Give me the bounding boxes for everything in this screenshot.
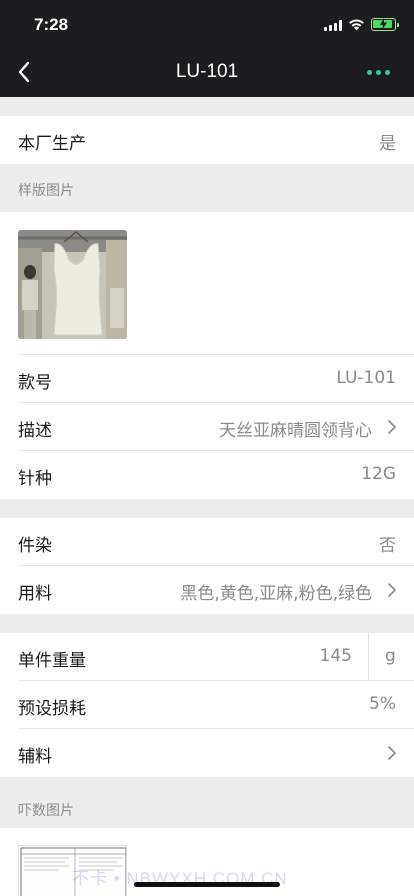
gauge-value: 12G xyxy=(361,464,396,484)
home-indicator xyxy=(134,882,280,887)
style-number-value: LU-101 xyxy=(336,368,396,388)
gauge-row: 针种 12G xyxy=(0,451,414,499)
unit-weight-row: 单件重量 145 g xyxy=(0,633,414,681)
page-title: LU-101 xyxy=(175,61,239,82)
battery-icon xyxy=(371,18,399,31)
more-dot-icon xyxy=(367,70,372,75)
spec-images-title: 吓数图片 xyxy=(18,803,74,819)
garment-dyed-label: 件染 xyxy=(18,536,52,556)
material-row[interactable]: 用料 黑色,黄色,亚麻,粉色,绿色 xyxy=(0,566,414,614)
gauge-label: 针种 xyxy=(18,469,52,489)
sample-image-block xyxy=(0,212,414,355)
garment-dyed-value: 否 xyxy=(379,536,396,556)
description-row[interactable]: 描述 天丝亚麻晴圆领背心 xyxy=(0,403,414,451)
signal-icon xyxy=(324,20,342,31)
more-button[interactable] xyxy=(362,60,396,84)
unit-weight-label: 单件重量 xyxy=(18,651,86,671)
unit-divider xyxy=(368,633,369,681)
preset-loss-label: 预设损耗 xyxy=(18,699,86,719)
status-bar: 7:28 xyxy=(0,0,414,48)
style-number-row: 款号 LU-101 xyxy=(0,355,414,403)
accessories-label: 辅料 xyxy=(18,747,52,767)
chevron-right-icon xyxy=(388,420,396,434)
more-dot-icon xyxy=(376,70,381,75)
description-value: 天丝亚麻晴圆领背心 xyxy=(219,421,372,441)
wifi-icon xyxy=(349,19,364,31)
style-number-label: 款号 xyxy=(18,373,52,393)
material-value: 黑色,黄色,亚麻,粉色,绿色 xyxy=(180,584,372,604)
chevron-right-icon xyxy=(388,746,396,760)
in-house-row: 本厂生产 是 xyxy=(0,116,414,164)
more-dot-icon xyxy=(385,70,390,75)
unit-weight-input[interactable]: 145 xyxy=(320,646,352,666)
preset-loss-value[interactable]: 5% xyxy=(369,694,396,714)
unit-weight-unit: g xyxy=(385,646,396,666)
accessories-row[interactable]: 辅料 xyxy=(0,729,414,777)
preset-loss-row: 预设损耗 5% xyxy=(0,681,414,729)
material-label: 用料 xyxy=(18,584,52,604)
in-house-label: 本厂生产 xyxy=(18,134,86,154)
status-time: 7:28 xyxy=(34,15,69,34)
chevron-right-icon xyxy=(388,583,396,597)
in-house-value: 是 xyxy=(379,134,396,154)
description-label: 描述 xyxy=(18,421,52,441)
spec-images-header: 吓数图片 xyxy=(0,784,414,832)
navigation-bar: LU-101 xyxy=(0,48,414,97)
sample-images-title: 样版图片 xyxy=(18,183,74,199)
sample-images-header: 样版图片 xyxy=(0,164,414,212)
garment-dyed-row: 件染 否 xyxy=(0,518,414,566)
sample-photo[interactable] xyxy=(18,230,127,339)
